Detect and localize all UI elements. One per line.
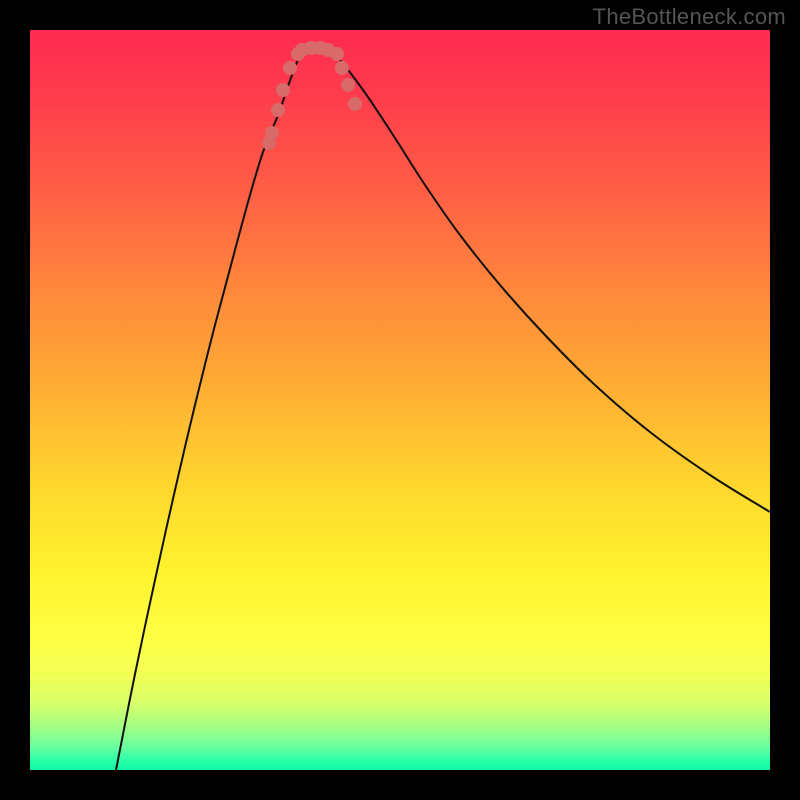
data-marker [341, 78, 355, 92]
data-marker [330, 47, 344, 61]
watermark-text: TheBottleneck.com [593, 4, 786, 30]
plot-area [30, 30, 770, 770]
data-marker [335, 61, 349, 75]
curve-right-branch [330, 50, 770, 512]
curve-svg [30, 30, 770, 770]
data-marker [265, 126, 279, 140]
data-marker [271, 103, 285, 117]
data-marker [276, 83, 290, 97]
data-marker [348, 97, 362, 111]
data-marker [283, 61, 297, 75]
marker-group [262, 41, 362, 150]
curve-left-branch [116, 50, 305, 770]
